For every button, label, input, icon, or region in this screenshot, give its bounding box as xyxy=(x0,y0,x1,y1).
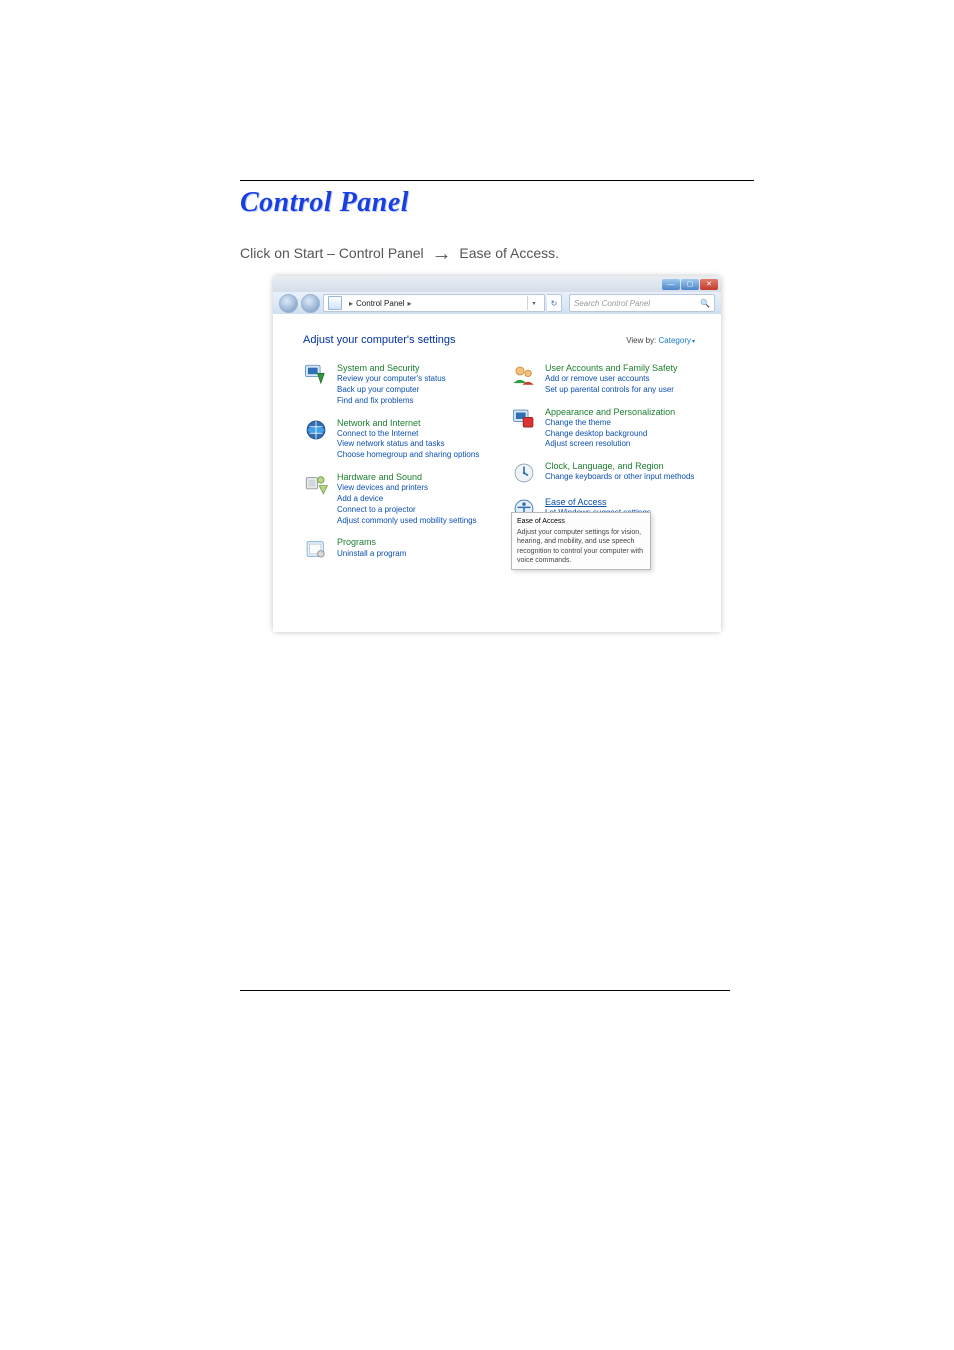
sub-link[interactable]: Change keyboards or other input methods xyxy=(545,472,694,483)
sub-link[interactable]: Adjust commonly used mobility settings xyxy=(337,516,477,527)
group-network-and-internet[interactable]: Network and Internet Connect to the Inte… xyxy=(303,417,487,462)
control-panel-window: — ▢ ✕ ▸ Control Panel ▸ ▾ ↻ Search Contr… xyxy=(273,276,721,632)
group-appearance[interactable]: Appearance and Personalization Change th… xyxy=(511,406,695,451)
sub-link[interactable]: Back up your computer xyxy=(337,385,446,396)
search-icon[interactable]: 🔍 xyxy=(700,299,710,308)
group-title[interactable]: Hardware and Sound xyxy=(337,471,477,483)
sub-link[interactable]: Connect to a projector xyxy=(337,505,477,516)
hardware-sound-icon xyxy=(303,471,329,497)
group-title[interactable]: Clock, Language, and Region xyxy=(545,460,694,472)
sub-link[interactable]: View network status and tasks xyxy=(337,439,479,450)
user-accounts-icon xyxy=(511,362,537,388)
control-panel-icon xyxy=(328,296,342,310)
sub-link[interactable]: View devices and printers xyxy=(337,483,477,494)
heading-text: Adjust your computer's settings xyxy=(303,334,456,346)
group-clock-language[interactable]: Clock, Language, and Region Change keybo… xyxy=(511,460,695,486)
breadcrumb-text[interactable]: Control Panel xyxy=(356,299,404,308)
group-ease-of-access[interactable]: Ease of Access Let Windows suggest setti… xyxy=(511,496,695,522)
chevron-down-icon[interactable]: ▾ xyxy=(692,339,695,345)
close-button[interactable]: ✕ xyxy=(700,279,718,290)
group-user-accounts[interactable]: User Accounts and Family Safety Add or r… xyxy=(511,362,695,396)
group-system-and-security[interactable]: System and Security Review your computer… xyxy=(303,362,487,407)
appearance-icon xyxy=(511,406,537,432)
forward-button[interactable] xyxy=(301,294,320,313)
sub-link[interactable]: Set up parental controls for any user xyxy=(545,385,678,396)
sub-link[interactable]: Change the theme xyxy=(545,418,675,429)
breadcrumb-dropdown[interactable]: ▾ xyxy=(527,296,540,310)
clock-language-icon xyxy=(511,460,537,486)
column-left: System and Security Review your computer… xyxy=(303,362,487,572)
page-title: Control Panel xyxy=(240,187,754,219)
titlebar: — ▢ ✕ xyxy=(273,276,721,292)
group-title[interactable]: Network and Internet xyxy=(337,417,479,429)
sub-link[interactable]: Find and fix problems xyxy=(337,396,446,407)
instruction-text: Click on Start – Control Panel → Ease of… xyxy=(240,243,754,266)
rule-top xyxy=(240,180,754,181)
instr-suffix: Ease of Access. xyxy=(459,245,559,261)
address-bar: ▸ Control Panel ▸ ▾ ↻ Search Control Pan… xyxy=(273,292,721,314)
sub-link[interactable]: Add a device xyxy=(337,494,477,505)
sub-link[interactable]: Change desktop background xyxy=(545,429,675,440)
search-input[interactable]: Search Control Panel 🔍 xyxy=(569,294,715,312)
column-right: User Accounts and Family Safety Add or r… xyxy=(511,362,695,572)
breadcrumb-sep-2: ▸ xyxy=(408,299,412,308)
search-placeholder: Search Control Panel xyxy=(574,299,650,308)
group-title[interactable]: User Accounts and Family Safety xyxy=(545,362,678,374)
sub-link[interactable]: Choose homegroup and sharing options xyxy=(337,450,479,461)
viewby-value[interactable]: Category xyxy=(659,336,691,345)
tooltip-body: Adjust your computer settings for vision… xyxy=(517,528,645,564)
system-security-icon xyxy=(303,362,329,388)
breadcrumb[interactable]: ▸ Control Panel ▸ ▾ xyxy=(323,294,545,312)
network-internet-icon xyxy=(303,417,329,443)
group-title[interactable]: Programs xyxy=(337,536,406,548)
group-title[interactable]: System and Security xyxy=(337,362,446,374)
content-area: Adjust your computer's settings View by:… xyxy=(273,314,721,632)
rule-bottom xyxy=(240,990,730,991)
programs-icon xyxy=(303,536,329,562)
sub-link[interactable]: Add or remove user accounts xyxy=(545,374,678,385)
refresh-button[interactable]: ↻ xyxy=(547,294,562,312)
ease-of-access-tooltip: Ease of Access Adjust your computer sett… xyxy=(511,512,651,569)
sub-link[interactable]: Adjust screen resolution xyxy=(545,439,675,450)
instr-prefix: Click on Start – Control Panel xyxy=(240,245,424,261)
sub-link[interactable]: Connect to the Internet xyxy=(337,429,479,440)
view-by: View by: Category▾ xyxy=(626,336,695,345)
categories-grid: System and Security Review your computer… xyxy=(303,362,695,572)
group-hardware-and-sound[interactable]: Hardware and Sound View devices and prin… xyxy=(303,471,487,526)
group-programs[interactable]: Programs Uninstall a program xyxy=(303,536,487,562)
back-button[interactable] xyxy=(279,294,298,313)
group-title[interactable]: Ease of Access xyxy=(545,496,651,508)
viewby-label: View by: xyxy=(626,336,656,345)
group-title[interactable]: Appearance and Personalization xyxy=(545,406,675,418)
arrow-icon: → xyxy=(432,243,452,266)
content-header: Adjust your computer's settings View by:… xyxy=(303,334,695,346)
sub-link[interactable]: Uninstall a program xyxy=(337,549,406,560)
sub-link[interactable]: Review your computer's status xyxy=(337,374,446,385)
maximize-button[interactable]: ▢ xyxy=(681,279,699,290)
minimize-button[interactable]: — xyxy=(662,279,680,290)
tooltip-title: Ease of Access xyxy=(517,517,645,526)
breadcrumb-sep-1: ▸ xyxy=(349,299,353,308)
